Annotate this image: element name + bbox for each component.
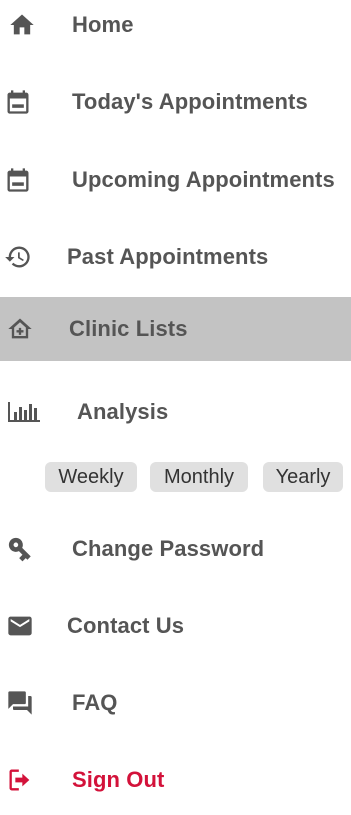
menu-item-label: Upcoming Appointments xyxy=(72,167,335,192)
yearly-chip[interactable]: Yearly xyxy=(263,462,343,492)
menu-item-label: FAQ xyxy=(72,690,118,715)
monthly-chip[interactable]: Monthly xyxy=(150,462,248,492)
menu-item-label: Today's Appointments xyxy=(72,89,308,114)
weekly-chip[interactable]: Weekly xyxy=(45,462,137,492)
analysis-period-options: Weekly Monthly Yearly xyxy=(0,460,351,494)
menu-item-label: Change Password xyxy=(72,536,265,561)
calendar-today-icon xyxy=(4,88,32,116)
menu-item-todays-appointments[interactable]: Today's Appointments xyxy=(0,67,351,137)
menu-item-contact-us[interactable]: Contact Us xyxy=(0,591,351,661)
bar-chart-icon xyxy=(6,398,42,426)
menu-item-label: Sign Out xyxy=(72,767,165,792)
menu-item-sign-out[interactable]: Sign Out xyxy=(0,745,351,815)
menu-item-home[interactable]: Home xyxy=(0,0,351,60)
mail-icon xyxy=(6,612,34,640)
sign-out-icon xyxy=(6,766,34,794)
key-icon xyxy=(6,535,34,563)
calendar-upcoming-icon xyxy=(4,166,32,194)
menu-item-change-password[interactable]: Change Password xyxy=(0,514,351,584)
menu-item-label: Clinic Lists xyxy=(69,316,188,341)
menu-item-faq[interactable]: FAQ xyxy=(0,668,351,738)
menu-item-upcoming-appointments[interactable]: Upcoming Appointments xyxy=(0,145,351,215)
clinic-icon xyxy=(6,315,34,343)
history-icon xyxy=(4,243,32,271)
menu-item-analysis[interactable]: Analysis xyxy=(0,377,351,447)
menu-item-clinic-lists[interactable]: Clinic Lists xyxy=(0,297,351,361)
menu-item-label: Home xyxy=(72,12,134,37)
menu-item-past-appointments[interactable]: Past Appointments xyxy=(0,222,351,292)
menu-item-label: Contact Us xyxy=(67,613,185,638)
menu-item-label: Analysis xyxy=(77,399,169,424)
side-navigation-menu: Home Today's Appointments Upcoming Appoi… xyxy=(0,0,351,800)
home-icon xyxy=(8,11,36,39)
menu-item-label: Past Appointments xyxy=(67,244,269,269)
forum-icon xyxy=(6,689,34,717)
